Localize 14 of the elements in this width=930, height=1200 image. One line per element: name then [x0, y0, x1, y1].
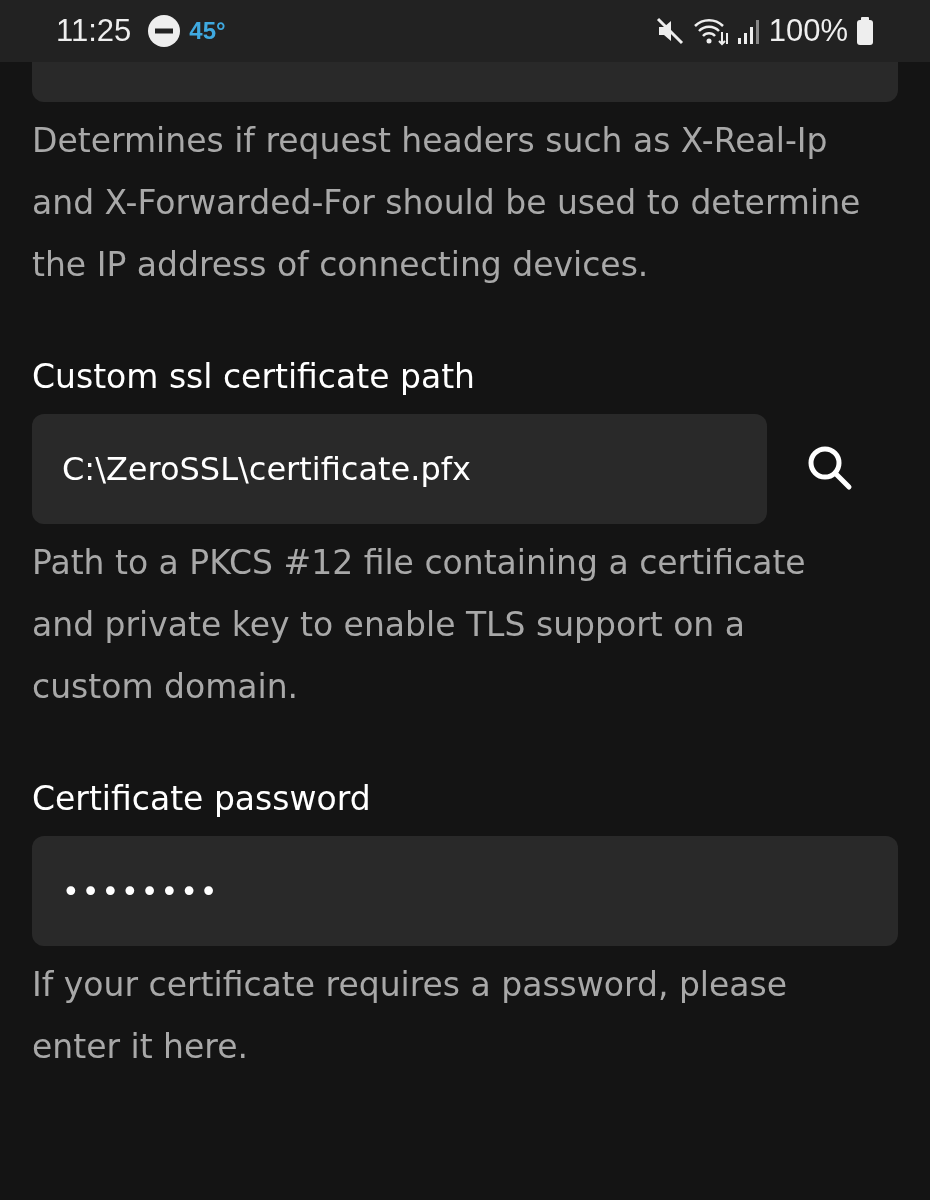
field-label: Custom ssl certificate path	[32, 356, 476, 398]
clock: 11:25	[56, 13, 132, 49]
field-label: Certificate password	[32, 778, 372, 820]
do-not-disturb-icon	[147, 14, 182, 48]
temperature: 45°	[189, 17, 226, 45]
setting-description: If your certificate requires a password, please enter it here.	[32, 964, 789, 1068]
battery-level: 100%	[768, 13, 848, 49]
battery-icon	[856, 16, 874, 46]
setting-description: Path to a PKCS #12 file containing a certificate and private key to enable TLS support on a custom domain.	[32, 542, 807, 708]
password-input[interactable]: ••••••••	[32, 836, 898, 946]
setting-description: Determines if request headers such as X-Real-Ip and X-Forwarded-For should be used to determine the IP address of connecting devices.	[32, 120, 862, 286]
path-input[interactable]: C:\ZeroSSL\certificate.pfx	[32, 414, 767, 524]
mute-icon	[654, 16, 685, 46]
wifi-icon	[692, 16, 729, 46]
